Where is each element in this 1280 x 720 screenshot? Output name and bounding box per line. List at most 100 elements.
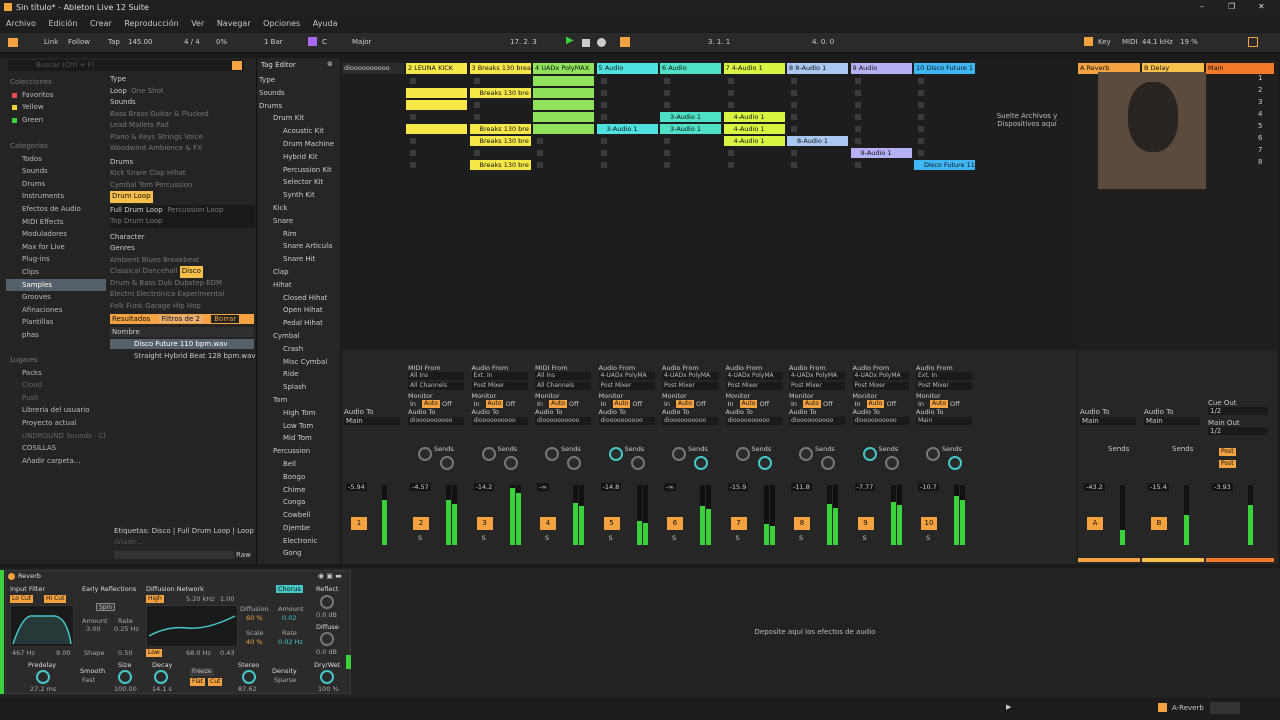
track-header[interactable]: 3 Breaks 130 brea <box>469 63 531 74</box>
empty-clip-slot[interactable] <box>791 90 797 96</box>
loop-start[interactable]: 3. 1. 1 <box>708 38 730 46</box>
size-knob[interactable] <box>118 670 132 684</box>
audio-to-select[interactable]: dioooooooooo <box>598 417 655 425</box>
clip[interactable]: Breaks 130 bre <box>469 136 531 146</box>
solo-button[interactable]: S <box>418 534 422 542</box>
menu-opciones[interactable]: Opciones <box>263 19 300 28</box>
clip[interactable] <box>406 124 467 134</box>
input-channel-select[interactable]: Post Mixer <box>471 382 528 390</box>
menu-crear[interactable]: Crear <box>90 19 112 28</box>
monitor-in[interactable]: In <box>855 400 861 408</box>
empty-clip-slot[interactable] <box>918 90 924 96</box>
freeze-button[interactable]: Freeze <box>190 668 214 676</box>
overdub-icon[interactable] <box>620 37 630 47</box>
results-tab[interactable]: Resultados <box>110 315 150 323</box>
empty-clip-slot[interactable] <box>918 138 924 144</box>
send-a-knob[interactable] <box>862 447 877 461</box>
empty-clip-slot[interactable] <box>918 78 924 84</box>
tag-tree-item[interactable]: Type <box>259 74 339 87</box>
send-b-knob[interactable] <box>884 456 899 470</box>
empty-clip-slot[interactable] <box>664 90 670 96</box>
category-tunings[interactable]: Afinaciones <box>6 304 106 317</box>
er-rate-value[interactable]: 0.25 Hz <box>114 625 139 633</box>
monitor-auto[interactable]: Auto <box>866 400 885 408</box>
input-channel-select[interactable]: All Channels <box>535 382 591 390</box>
return-a-volume[interactable]: -43.2 <box>1084 483 1105 491</box>
close-tag-editor-icon[interactable]: ⊗ <box>327 60 333 68</box>
track-volume[interactable]: -14.8 <box>600 483 622 491</box>
monitor-auto[interactable]: Auto <box>676 400 694 408</box>
solo-button[interactable]: S <box>799 534 803 542</box>
stop-icon[interactable] <box>582 39 590 47</box>
input-select[interactable]: 4-UADx PolyMA <box>662 372 718 380</box>
empty-clip-slot[interactable] <box>727 78 734 84</box>
empty-clip-slot[interactable] <box>727 90 734 96</box>
tag-top-drum-loop[interactable]: Top Drum Loop <box>110 216 255 228</box>
spin-toggle[interactable]: Spin <box>96 603 116 611</box>
send-b-knob[interactable] <box>630 456 645 470</box>
clip[interactable]: 4-Audio 1 <box>723 136 785 146</box>
send-b-knob[interactable] <box>948 456 962 470</box>
empty-clip-slot[interactable] <box>854 90 861 96</box>
er-shape-value[interactable]: 0.50 <box>118 649 132 657</box>
track-header[interactable]: 5 Audio <box>596 63 658 74</box>
smooth-value[interactable]: Fast <box>82 676 95 684</box>
monitor-off[interactable]: Off <box>569 400 579 408</box>
status-overview[interactable] <box>1210 702 1240 714</box>
track-volume[interactable]: -5.94 <box>346 483 367 491</box>
input-select[interactable]: 4-UADx PolyMA <box>789 372 845 380</box>
empty-clip-slot[interactable] <box>537 162 543 168</box>
input-channel-select[interactable]: Post Mixer <box>852 382 909 390</box>
size-value[interactable]: 100.00 <box>114 685 137 693</box>
audio-to-select[interactable]: Main <box>916 417 972 425</box>
close-icon[interactable]: ✕ <box>1258 2 1265 11</box>
scene-number[interactable]: 6 <box>1258 134 1262 142</box>
empty-clip-slot[interactable] <box>727 102 734 108</box>
menu-edicion[interactable]: Edición <box>48 19 77 28</box>
empty-clip-slot[interactable] <box>600 114 607 120</box>
place-undround[interactable]: UNDROUND Sounds - Cla <box>6 430 106 443</box>
clip[interactable] <box>533 88 594 98</box>
device-power-icon[interactable] <box>8 573 15 580</box>
tag-tree-item[interactable]: Crash <box>259 343 339 356</box>
place-cloud[interactable]: Cloud <box>6 379 106 392</box>
file-item[interactable]: Disco Future 110 bpm.wav <box>110 339 254 349</box>
track-header[interactable]: 9 Audio <box>850 63 912 74</box>
empty-clip-slot[interactable] <box>854 102 861 108</box>
diffuse-knob[interactable] <box>320 632 334 646</box>
scene-number[interactable]: 1 <box>1258 74 1262 82</box>
category-phas[interactable]: phas <box>6 329 106 342</box>
track-activator[interactable]: 5 <box>603 517 620 530</box>
tag-drums-row2[interactable]: Cymbal Tom Percussion <box>110 180 255 192</box>
empty-clip-slot[interactable] <box>537 138 543 144</box>
menu-reproduccion[interactable]: Reproducción <box>124 19 178 28</box>
audio-to-select[interactable]: dioooooooooo <box>662 417 718 425</box>
send-a-knob[interactable] <box>799 447 813 461</box>
clip[interactable] <box>406 100 467 110</box>
monitor-off[interactable]: Off <box>633 400 643 408</box>
category-instruments[interactable]: Instruments <box>6 190 106 203</box>
menu-ayuda[interactable]: Ayuda <box>313 19 338 28</box>
empty-clip-slot[interactable] <box>600 138 607 144</box>
post-toggle-a[interactable]: Post <box>1219 448 1236 456</box>
high-value[interactable]: 1.00 <box>220 595 234 603</box>
track-header[interactable]: 7 4-Audio 1 <box>723 63 785 74</box>
input-channel-select[interactable]: Post Mixer <box>916 382 972 390</box>
tag-genres-row4[interactable]: Electro Electronica Experimental <box>110 289 255 301</box>
add-folder-button[interactable]: Añadir carpeta... <box>6 455 106 468</box>
input-select[interactable]: Ext. In <box>471 372 528 380</box>
track-volume[interactable]: -14.2 <box>473 483 495 491</box>
empty-clip-slot[interactable] <box>410 162 416 168</box>
solo-button[interactable]: S <box>863 534 867 542</box>
filter-freq-value[interactable]: 467 Hz <box>12 649 35 657</box>
track-volume[interactable]: -7.77 <box>854 483 876 491</box>
reflect-knob[interactable] <box>320 595 334 609</box>
low-toggle[interactable]: Low <box>146 649 162 657</box>
menu-navegar[interactable]: Navegar <box>217 19 251 28</box>
diffuse-value[interactable]: 0.0 dB <box>316 648 337 656</box>
empty-clip-slot[interactable] <box>854 114 861 120</box>
maximize-icon[interactable]: ❐ <box>1228 2 1235 11</box>
tag-tree-item[interactable]: Drum Kit <box>259 112 339 125</box>
track-volume[interactable]: -11.8 <box>791 483 812 491</box>
tag-tree-item[interactable]: Kick <box>259 202 339 215</box>
